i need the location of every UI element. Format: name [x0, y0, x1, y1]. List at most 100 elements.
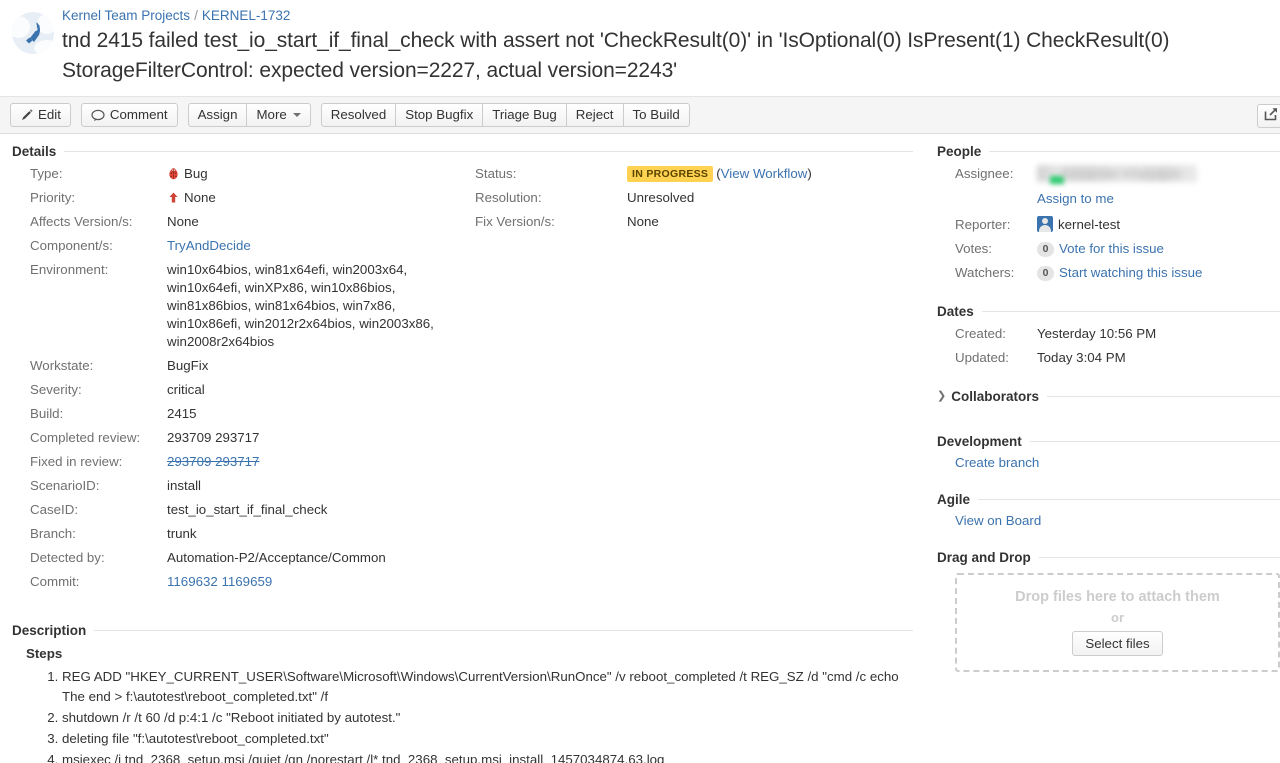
field-priority-text: None [184, 190, 216, 205]
field-completed-review-label: Completed review: [30, 430, 141, 445]
field-component-s-value[interactable]: TryAndDecide [167, 237, 467, 255]
share-icon [1264, 107, 1278, 126]
assignee-value: Alexander Khalyapin [1037, 165, 1280, 184]
field-type-value: Bug [167, 165, 467, 183]
toolbar-right-actions [1257, 104, 1280, 128]
field-detected-by: Detected by: Automation-P2/Acceptance/Com… [12, 549, 467, 567]
field-commit-value[interactable]: 1169632 1169659 [167, 573, 467, 591]
edit-button-group: Edit [10, 103, 71, 127]
workflow-button-resolved[interactable]: Resolved [320, 103, 397, 127]
workflow-button-reject[interactable]: Reject [566, 103, 624, 127]
watchers-value: 0 Start watching this issue [1037, 264, 1280, 282]
field-environment: Environment: win10x64bios, win81x64efi, w… [12, 261, 467, 351]
chevron-right-icon[interactable]: ❯ [937, 391, 946, 402]
field-branch-text: trunk [167, 526, 197, 541]
field-affects-version-s-text: None [167, 214, 199, 229]
field-detected-by-label: Detected by: [30, 550, 105, 565]
vote-for-issue-link[interactable]: Vote for this issue [1059, 241, 1164, 256]
description-section-title: Description [12, 623, 87, 638]
dates-section-title: Dates [937, 304, 974, 319]
assign-to-me-link[interactable]: Assign to me [1037, 191, 1114, 206]
more-button[interactable]: More [247, 103, 311, 127]
details-section-title: Details [12, 144, 57, 159]
breadcrumb-issue-key-link[interactable]: KERNEL-1732 [202, 8, 291, 23]
updated-row: Updated: Today 3:04 PM [937, 349, 1280, 367]
dates-section-header: Dates [937, 304, 1280, 319]
breadcrumb-separator: / [194, 8, 198, 23]
share-icon-button[interactable] [1257, 104, 1280, 128]
field-resolution-value: Unresolved [627, 190, 695, 205]
start-watching-link[interactable]: Start watching this issue [1059, 265, 1202, 280]
updated-label: Updated: [955, 350, 1009, 365]
section-divider [1038, 557, 1280, 558]
assignee-row: Assignee: Alexander Khalyapin [937, 165, 1280, 184]
field-fix-version-value: None [627, 214, 659, 229]
status-badge: IN PROGRESS [627, 166, 714, 182]
workflow-button-to-build[interactable]: To Build [623, 103, 690, 127]
comment-button[interactable]: Comment [80, 103, 178, 127]
workflow-button-stop-bugfix[interactable]: Stop Bugfix [396, 103, 484, 127]
view-workflow-wrap: (View Workflow) [716, 166, 812, 181]
dates-module: Dates Created: Yesterday 10:56 PM Update… [937, 304, 1280, 367]
field-detected-by-value: Automation-P2/Acceptance/Common [167, 549, 467, 567]
steps-title: Steps [26, 646, 63, 661]
collaborators-module[interactable]: ❯ Collaborators [937, 389, 1280, 404]
field-affects-version-s: Affects Version/s: None [12, 213, 467, 231]
field-type-text: Bug [184, 166, 208, 181]
breadcrumb-project-link[interactable]: Kernel Team Projects [62, 8, 190, 23]
issue-sidebar: People Assignee: Alexander Khalyapin Ass… [925, 134, 1280, 744]
field-branch-label: Branch: [30, 526, 76, 541]
agile-section-header: Agile [937, 492, 1280, 507]
edit-button-label: Edit [38, 107, 61, 122]
issue-header: Kernel Team Projects / KERNEL-1732 tnd 241… [0, 0, 1280, 97]
step-item: deleting file "f:\autotest\reboot_comple… [62, 729, 913, 749]
field-environment-text: win10x64bios, win81x64efi, win2003x64, w… [167, 262, 434, 349]
agile-section-title: Agile [937, 492, 971, 507]
field-type: Type: Bug [12, 165, 467, 183]
development-section-header: Development [937, 434, 1280, 449]
field-component-s-text[interactable]: TryAndDecide [167, 238, 251, 253]
view-on-board-link[interactable]: View on Board [955, 513, 1041, 528]
development-module: Development Create branch [937, 434, 1280, 470]
step-item: msiexec /i tnd_2368_setup.msi /quiet /qn… [62, 750, 913, 763]
field-fixed-in-review-label: Fixed in review: [30, 454, 123, 469]
field-commit-label: Commit: [30, 574, 80, 589]
view-workflow-link[interactable]: View Workflow [721, 166, 808, 181]
issue-body: Details Type: Bug Priority: None Affects Ver… [0, 134, 1280, 763]
section-divider [989, 151, 1280, 152]
field-caseid-value: test_io_start_if_final_check [167, 501, 467, 519]
priority-up-arrow-icon [167, 191, 180, 204]
votes-row: Votes: 0 Vote for this issue [937, 240, 1280, 258]
field-fixed-in-review-value[interactable]: 293709 293717 [167, 453, 467, 471]
steps-list: REG ADD "HKEY_CURRENT_USER\Software\Micr… [12, 667, 913, 763]
field-fixed-in-review-text[interactable]: 293709 293717 [167, 454, 259, 469]
field-severity-value: critical [167, 381, 467, 399]
field-scenarioid-label: ScenarioID: [30, 478, 100, 493]
agile-module: Agile View on Board [937, 492, 1280, 528]
field-branch-value: trunk [167, 525, 467, 543]
field-commit-text[interactable]: 1169632 1169659 [167, 574, 272, 589]
field-component-s: Component/s: TryAndDecide [12, 237, 467, 255]
collaborators-section-title: Collaborators [951, 389, 1039, 404]
comment-button-label: Comment [109, 107, 168, 122]
field-resolution-label: Resolution: [475, 190, 542, 205]
field-build-value: 2415 [167, 405, 467, 423]
workflow-button-triage-bug[interactable]: Triage Bug [483, 103, 567, 127]
people-section-title: People [937, 144, 982, 159]
more-button-label: More [256, 107, 287, 122]
assign-more-group: Assign More [187, 103, 311, 127]
field-commit: Commit: 1169632 1169659 [12, 573, 467, 591]
select-files-button[interactable]: Select files [1072, 631, 1163, 656]
create-branch-link[interactable]: Create branch [955, 455, 1039, 470]
step-item: shutdown /r /t 60 /d p:4:1 /c "Reboot in… [62, 708, 913, 728]
file-dropzone[interactable]: Drop files here to attach them or Select… [955, 573, 1280, 672]
field-affects-version-s-value: None [167, 213, 467, 231]
collaborators-section-header[interactable]: ❯ Collaborators [937, 389, 1280, 404]
field-workstate-text: BugFix [167, 358, 209, 373]
edit-button[interactable]: Edit [10, 103, 71, 127]
workflow-button-group: Resolved Stop Bugfix Triage Bug Reject To Bu… [320, 103, 690, 127]
created-row: Created: Yesterday 10:56 PM [937, 325, 1280, 343]
updated-value: Today 3:04 PM [1037, 350, 1126, 365]
assign-button[interactable]: Assign [187, 103, 248, 127]
comment-button-group: Comment [80, 103, 178, 127]
